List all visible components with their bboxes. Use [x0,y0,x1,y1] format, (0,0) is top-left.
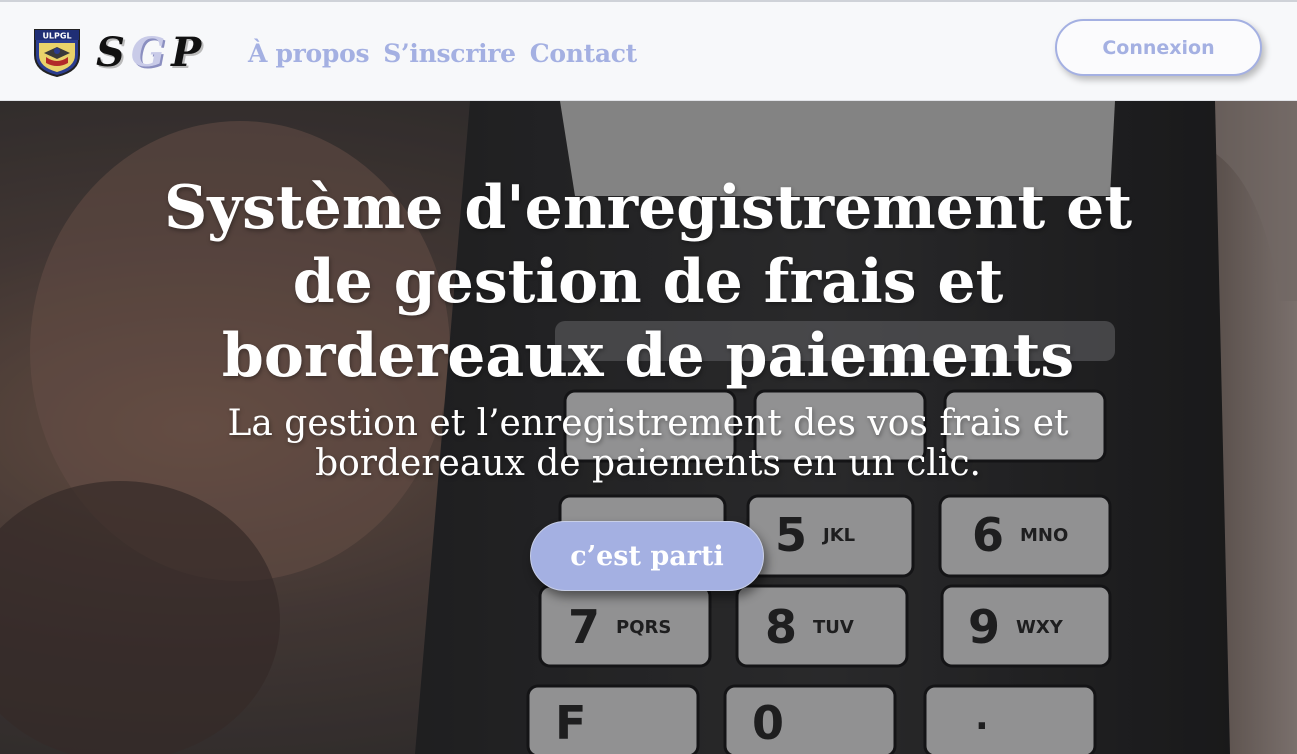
top-navbar: ULPGL SGP À propos S’inscrire Contact Co… [0,0,1297,101]
logo-letter-p: P [171,29,208,76]
get-started-button[interactable]: c’est parti [530,521,764,591]
hero-subtitle: La gestion et l’enregistrement des vos f… [227,403,1069,484]
main-nav: À propos S’inscrire Contact [248,36,637,72]
login-button[interactable]: Connexion [1055,19,1262,76]
sgp-wordmark-logo[interactable]: SGP [96,30,207,76]
ulpgl-crest-logo[interactable]: ULPGL [32,27,82,78]
nav-link-about[interactable]: À propos [248,36,370,72]
crest-text: ULPGL [42,32,71,41]
nav-link-contact[interactable]: Contact [530,36,637,72]
hero-section: 5 JKL 6 MNO 7 PQRS 8 TUV 9 WXY F 0 . Sys… [0,101,1297,754]
logo-letter-g: G [130,29,172,76]
nav-link-register[interactable]: S’inscrire [383,36,516,72]
hero-title: Système d'enregistrement et de gestion d… [163,173,1133,391]
logo-letter-s: S [96,29,131,76]
